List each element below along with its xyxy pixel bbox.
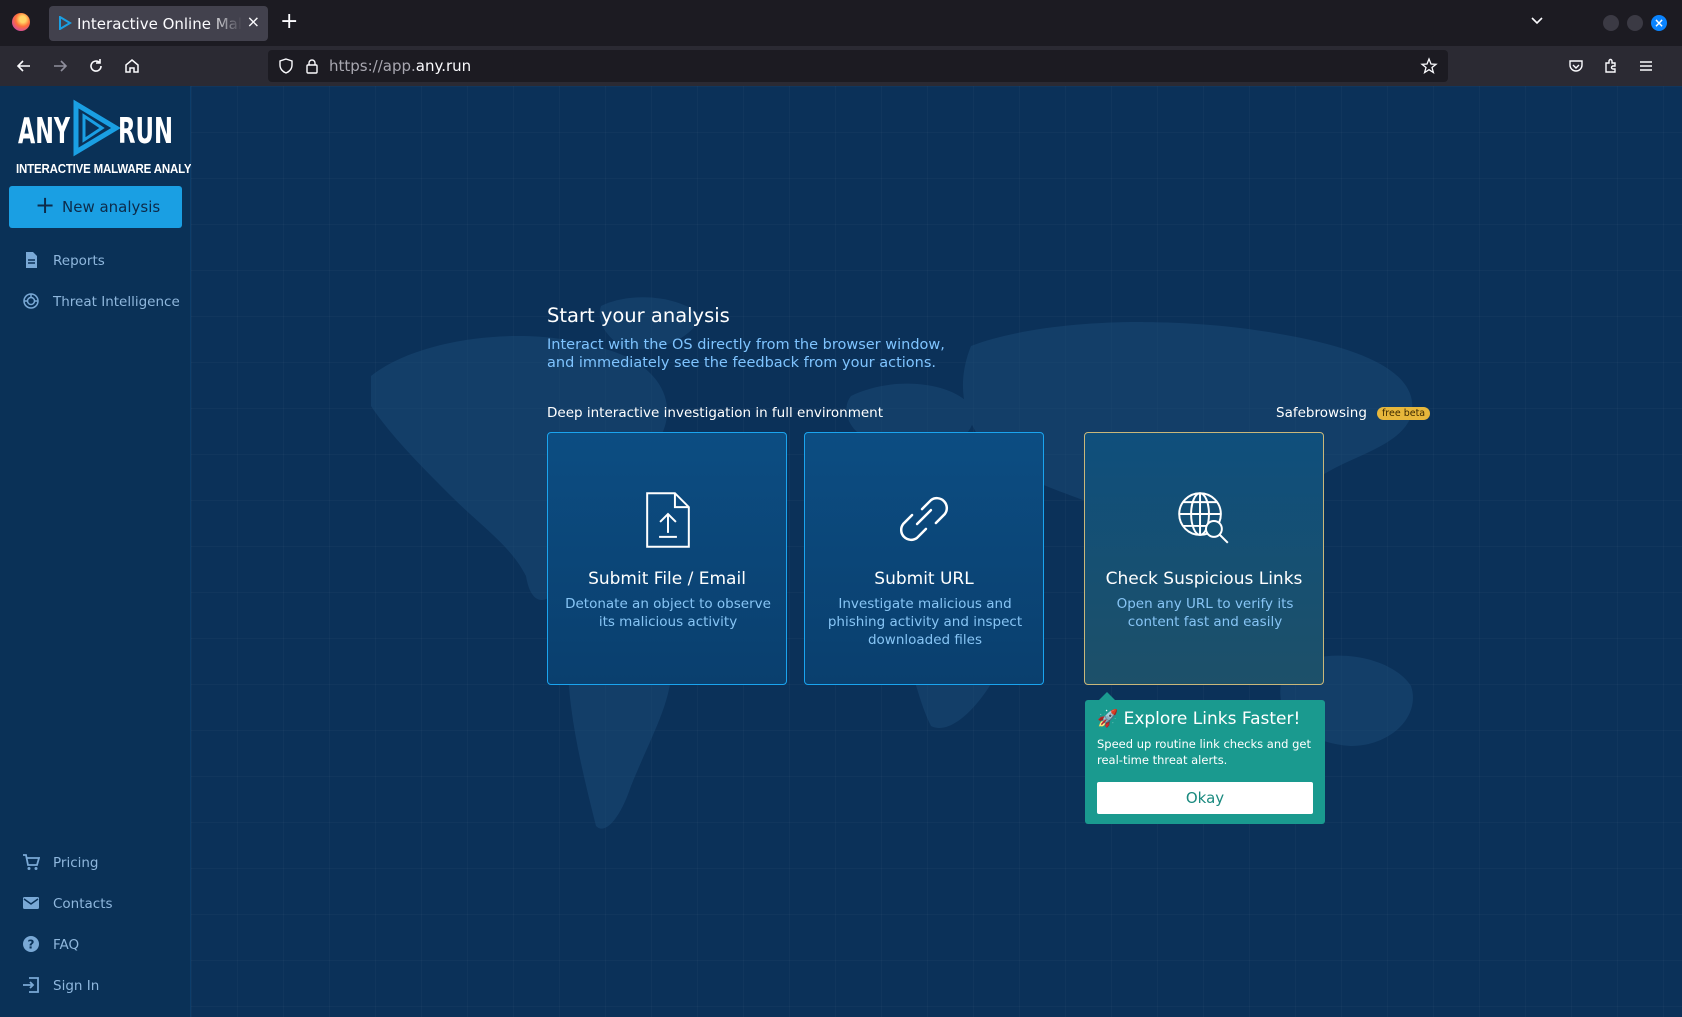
firefox-icon[interactable] xyxy=(12,13,30,31)
popover-arrow xyxy=(1099,692,1115,700)
sidebar-item-label: Threat Intelligence xyxy=(53,294,180,310)
popover-title: 🚀 Explore Links Faster! xyxy=(1097,709,1300,729)
free-beta-badge: free beta xyxy=(1376,407,1431,420)
safebrowsing-label: Safebrowsing xyxy=(1276,405,1367,421)
sidebar-item-threat-intelligence[interactable]: Threat Intelligence xyxy=(0,287,191,317)
sidebar-item-contacts[interactable]: Contacts xyxy=(0,889,191,919)
url-text[interactable]: https://app.any.run xyxy=(329,57,471,75)
reload-icon xyxy=(90,59,102,72)
help-icon: ? xyxy=(23,936,39,952)
svg-text:?: ? xyxy=(28,938,35,952)
sidebar-item-sign-in[interactable]: Sign In xyxy=(0,971,191,1001)
forward-button[interactable] xyxy=(48,54,72,78)
sidebar-item-label: Sign In xyxy=(53,978,100,994)
menu-button[interactable] xyxy=(1634,54,1658,78)
subtitle-line-2: and immediately see the feedback from yo… xyxy=(547,355,937,371)
brand-tagline: INTERACTIVE MALWARE ANALYSIS xyxy=(16,162,210,176)
browser-nav-bar: https://app.any.run xyxy=(0,46,1682,86)
page-subtitle: Interact with the OS directly from the b… xyxy=(547,336,967,372)
browser-tab[interactable]: Interactive Online Malware Analysis Sand… xyxy=(49,6,268,41)
plus-icon: + xyxy=(35,191,56,219)
new-analysis-label: New analysis xyxy=(62,198,161,216)
back-arrow-icon xyxy=(16,60,30,72)
home-icon xyxy=(125,59,139,73)
forward-arrow-icon xyxy=(54,60,68,72)
close-window-button[interactable]: × xyxy=(1651,15,1667,31)
brand-name-right: RUN xyxy=(118,111,173,152)
pocket-button[interactable] xyxy=(1564,54,1588,78)
tracking-protection-shield-icon[interactable] xyxy=(278,58,294,74)
radar-icon xyxy=(23,293,39,309)
sidebar-item-label: Contacts xyxy=(53,896,113,912)
pocket-icon xyxy=(1569,60,1583,72)
subtitle-line-1: Interact with the OS directly from the b… xyxy=(547,337,945,353)
app-viewport: ANY RUN INTERACTIVE MALWARE ANALYSIS + N… xyxy=(0,86,1682,1017)
submit-url-card[interactable]: Submit URL Investigate malicious and phi… xyxy=(804,432,1044,685)
link-icon xyxy=(900,497,948,541)
page-title: Start your analysis xyxy=(547,304,730,327)
url-domain: any.run xyxy=(415,57,472,75)
safebrowsing-group-label: Safebrowsing free beta xyxy=(1276,405,1431,421)
home-button[interactable] xyxy=(120,54,144,78)
card-description: Open any URL to verify its content fast … xyxy=(1116,596,1294,630)
document-icon xyxy=(26,252,37,268)
cart-icon xyxy=(23,854,40,870)
sign-in-icon xyxy=(23,977,39,993)
bookmark-star-icon[interactable] xyxy=(1420,57,1438,75)
check-suspicious-links-card[interactable]: Check Suspicious Links Open any URL to v… xyxy=(1084,432,1324,685)
sidebar-item-pricing[interactable]: Pricing xyxy=(0,848,191,878)
url-prefix: https://app. xyxy=(329,57,416,75)
anyrun-favicon-icon xyxy=(59,16,72,30)
popover-title-text: Explore Links Faster! xyxy=(1123,709,1301,729)
file-upload-icon xyxy=(646,492,690,548)
new-analysis-button[interactable]: + New analysis xyxy=(9,186,182,228)
sidebar-item-label: Reports xyxy=(53,253,105,269)
anyrun-wordmark: ANY RUN xyxy=(18,99,173,157)
tab-title: Interactive Online Malware Analysis Sand… xyxy=(77,15,242,33)
globe-search-icon xyxy=(1178,492,1229,544)
hamburger-menu-icon xyxy=(1640,61,1652,71)
lock-icon[interactable] xyxy=(304,58,320,74)
back-button[interactable] xyxy=(12,54,36,78)
brand-name-left: ANY xyxy=(18,111,71,152)
sidebar: ANY RUN INTERACTIVE MALWARE ANALYSIS + N… xyxy=(0,86,210,1017)
address-bar[interactable]: https://app.any.run xyxy=(268,50,1448,82)
extensions-button[interactable] xyxy=(1599,54,1623,78)
okay-button[interactable]: Okay xyxy=(1097,782,1313,814)
interactive-group-label: Deep interactive investigation in full e… xyxy=(547,405,883,421)
sidebar-item-label: FAQ xyxy=(53,937,80,953)
popover-text: Speed up routine link checks and get rea… xyxy=(1097,737,1311,767)
card-description: Investigate malicious and phishing activ… xyxy=(827,596,1023,648)
tab-close-icon[interactable]: × xyxy=(247,12,260,31)
card-title: Check Suspicious Links xyxy=(1105,569,1303,589)
list-all-tabs-icon[interactable] xyxy=(1529,12,1545,28)
explore-links-popover: 🚀 Explore Links Faster! Speed up routine… xyxy=(1085,692,1325,824)
submit-file-card[interactable]: Submit File / Email Detonate an object t… xyxy=(547,432,787,685)
card-description: Detonate an object to observe its malici… xyxy=(565,596,771,630)
new-tab-button[interactable]: + xyxy=(280,9,298,35)
minimize-window-button[interactable] xyxy=(1603,15,1619,31)
mail-icon xyxy=(23,897,39,909)
play-logo-icon xyxy=(73,99,121,157)
browser-tab-bar: Interactive Online Malware Analysis Sand… xyxy=(0,0,1682,46)
sidebar-item-reports[interactable]: Reports xyxy=(0,246,191,276)
rocket-icon: 🚀 xyxy=(1097,709,1119,729)
main-content: Start your analysis Interact with the OS… xyxy=(191,86,1682,1017)
sidebar-item-label: Pricing xyxy=(53,855,99,871)
sidebar-item-faq[interactable]: ? FAQ xyxy=(0,930,191,960)
puzzle-icon xyxy=(1605,58,1616,73)
card-title: Submit File / Email xyxy=(588,569,746,589)
maximize-window-button[interactable] xyxy=(1627,15,1643,31)
card-title: Submit URL xyxy=(874,569,974,589)
anyrun-logo[interactable]: ANY RUN INTERACTIVE MALWARE ANALYSIS xyxy=(16,96,210,186)
reload-button[interactable] xyxy=(84,54,108,78)
